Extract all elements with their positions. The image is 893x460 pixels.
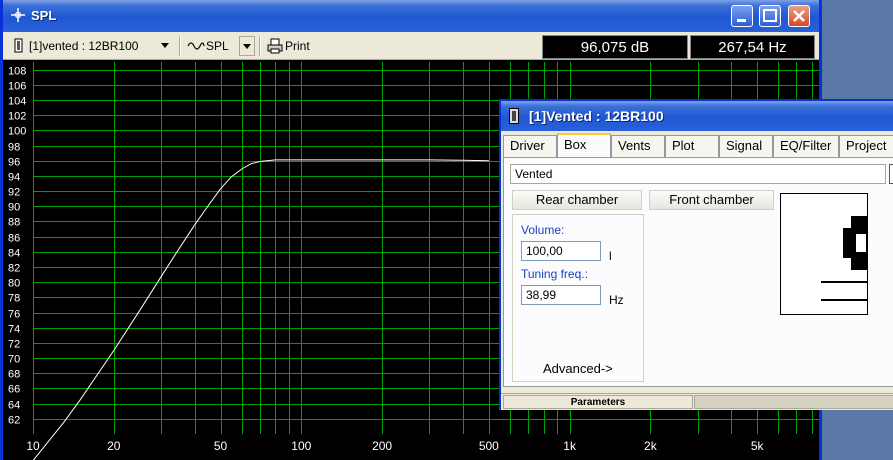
volume-label: Volume: bbox=[521, 223, 565, 237]
x-tick-label: 5k bbox=[751, 439, 765, 453]
rear-chamber-button[interactable]: Rear chamber bbox=[512, 190, 642, 210]
speaker-box-illustration bbox=[821, 216, 867, 301]
y-tick-label: 72 bbox=[8, 339, 20, 351]
maximize-icon bbox=[763, 9, 777, 22]
y-tick-label: 94 bbox=[8, 172, 20, 184]
y-tick-label: 64 bbox=[8, 400, 20, 412]
y-tick-label: 84 bbox=[8, 248, 20, 260]
tab-box[interactable]: Box bbox=[557, 133, 611, 157]
advanced-button[interactable]: Advanced-> bbox=[543, 361, 613, 376]
close-button[interactable] bbox=[788, 5, 810, 27]
x-tick-label: 50 bbox=[214, 439, 228, 453]
x-tick-label: 2k bbox=[644, 439, 658, 453]
box-tab-panel: Vented Rear chamber Front chamber Volume… bbox=[503, 157, 893, 387]
x-tick-label: 500 bbox=[479, 439, 499, 453]
y-tick-label: 102 bbox=[8, 111, 26, 123]
y-tick-label: 88 bbox=[8, 217, 20, 229]
chevron-down-icon bbox=[158, 36, 174, 56]
y-tick-label: 68 bbox=[8, 369, 20, 381]
close-icon bbox=[793, 10, 805, 22]
y-tick-label: 96 bbox=[8, 157, 20, 169]
tab-signal[interactable]: Signal bbox=[719, 135, 773, 157]
y-tick-label: 98 bbox=[8, 142, 20, 154]
tab-plot[interactable]: Plot bbox=[665, 135, 719, 157]
toolbar-separator bbox=[179, 36, 181, 56]
y-tick-label: 80 bbox=[8, 278, 20, 290]
tab-eq-filter[interactable]: EQ/Filter bbox=[773, 135, 839, 157]
level-readout: 96,075 dB bbox=[542, 35, 688, 59]
tuning-freq-unit: Hz bbox=[609, 293, 624, 307]
minimize-button[interactable] bbox=[731, 5, 753, 27]
x-tick-label: 10 bbox=[26, 439, 40, 453]
driver-select[interactable]: [1]vented : 12BR100 bbox=[11, 36, 176, 56]
printer-icon bbox=[267, 38, 283, 54]
print-button[interactable]: Print bbox=[265, 36, 325, 56]
status-panel bbox=[694, 395, 893, 409]
status-parameters: Parameters bbox=[503, 395, 693, 409]
vented-box-dialog: [1]Vented : 12BR100 Driver Box Vents Plo… bbox=[499, 99, 893, 410]
y-tick-label: 108 bbox=[8, 66, 26, 78]
x-tick-label: 20 bbox=[107, 439, 121, 453]
volume-unit: l bbox=[609, 249, 612, 263]
y-tick-label: 76 bbox=[8, 309, 20, 321]
tab-driver[interactable]: Driver bbox=[503, 135, 557, 157]
y-tick-label: 62 bbox=[8, 415, 20, 427]
y-tick-label: 74 bbox=[8, 324, 20, 336]
speaker-icon bbox=[509, 108, 519, 124]
y-tick-label: 86 bbox=[8, 233, 20, 245]
tuning-freq-input[interactable]: 38,99 bbox=[521, 285, 601, 305]
box-type-dropdown-button[interactable] bbox=[889, 164, 893, 184]
y-tick-label: 70 bbox=[8, 354, 20, 366]
x-tick-label: 200 bbox=[372, 439, 392, 453]
front-chamber-button[interactable]: Front chamber bbox=[649, 190, 774, 210]
y-tick-label: 66 bbox=[8, 384, 20, 396]
x-tick-label: 100 bbox=[291, 439, 311, 453]
rear-chamber-group: Volume: 100,00 l Tuning freq.: 38,99 Hz … bbox=[512, 214, 644, 382]
dialog-titlebar[interactable]: [1]Vented : 12BR100 bbox=[501, 101, 893, 131]
toolbar-separator bbox=[259, 36, 261, 56]
plot-dropdown-button[interactable] bbox=[239, 36, 255, 56]
plot-select[interactable]: SPL bbox=[185, 36, 237, 56]
spl-titlebar[interactable]: SPL bbox=[3, 0, 819, 32]
tuning-freq-label: Tuning freq.: bbox=[521, 267, 588, 281]
dialog-tabs: Driver Box Vents Plot Signal EQ/Filter P… bbox=[501, 133, 893, 157]
print-label: Print bbox=[285, 39, 310, 53]
y-tick-label: 104 bbox=[8, 96, 26, 108]
waveform-icon bbox=[187, 42, 205, 50]
x-tick-label: 1k bbox=[563, 439, 577, 453]
y-tick-label: 92 bbox=[8, 187, 20, 199]
spl-toolbar: [1]vented : 12BR100 SPL Print 96,075 dB … bbox=[3, 32, 819, 60]
window-title: SPL bbox=[31, 8, 57, 23]
y-tick-label: 90 bbox=[8, 202, 20, 214]
box-type-select[interactable]: Vented bbox=[510, 164, 886, 184]
y-tick-label: 106 bbox=[8, 81, 26, 93]
frequency-readout: 267,54 Hz bbox=[690, 35, 815, 59]
crosshair-icon bbox=[11, 8, 25, 22]
volume-input[interactable]: 100,00 bbox=[521, 241, 601, 261]
driver-select-label: [1]vented : 12BR100 bbox=[29, 39, 139, 53]
minimize-icon bbox=[737, 19, 746, 22]
tab-vents[interactable]: Vents bbox=[611, 135, 665, 157]
y-tick-label: 82 bbox=[8, 263, 20, 275]
maximize-button[interactable] bbox=[759, 5, 781, 27]
speaker-icon bbox=[14, 38, 23, 53]
box-diagram bbox=[780, 193, 868, 315]
y-tick-label: 78 bbox=[8, 293, 20, 305]
plot-select-label: SPL bbox=[206, 39, 229, 53]
y-tick-label: 100 bbox=[8, 126, 26, 138]
dialog-title: [1]Vented : 12BR100 bbox=[529, 108, 664, 124]
dialog-statusbar: Parameters bbox=[501, 393, 893, 410]
tab-project[interactable]: Project bbox=[839, 135, 893, 157]
